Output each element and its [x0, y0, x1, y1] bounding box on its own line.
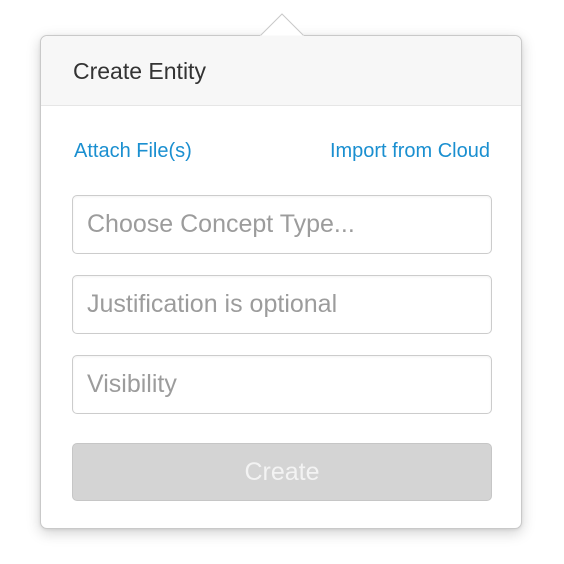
create-button[interactable]: Create [72, 443, 492, 501]
popover-arrow [260, 13, 304, 37]
popover-header: Create Entity [41, 36, 521, 106]
popover-title: Create Entity [73, 58, 206, 84]
create-entity-popover: Create Entity Attach File(s) Import from… [40, 35, 522, 529]
import-from-cloud-link[interactable]: Import from Cloud [330, 140, 490, 163]
concept-type-input[interactable] [72, 195, 492, 254]
justification-input[interactable] [72, 275, 492, 334]
attach-files-link[interactable]: Attach File(s) [74, 140, 192, 163]
visibility-input[interactable] [72, 355, 492, 414]
attachment-links: Attach File(s) Import from Cloud [74, 140, 490, 163]
